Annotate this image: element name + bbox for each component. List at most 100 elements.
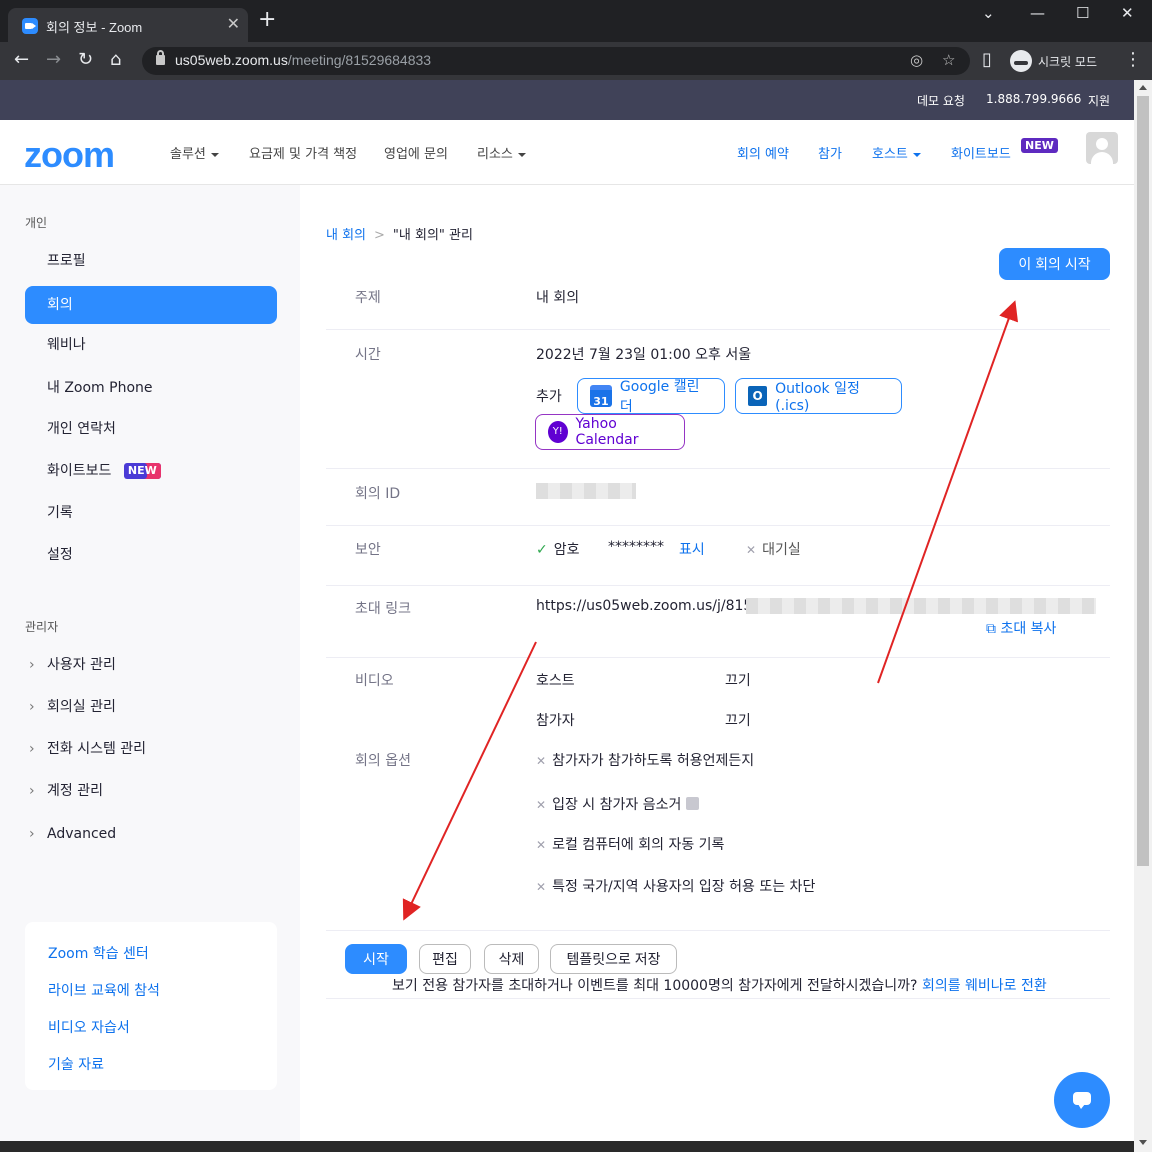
meeting-detail: 내 회의 > "내 회의" 관리 이 회의 시작 주제 내 회의 시간 2022년 … xyxy=(300,185,1134,1141)
sidebar-item-advanced[interactable]: Advanced xyxy=(25,815,277,853)
video-tutorials-link[interactable]: 비디오 자습서 xyxy=(48,1017,130,1037)
live-training-link[interactable]: 라이브 교육에 참석 xyxy=(48,980,160,1000)
reload-icon[interactable]: ↻ xyxy=(78,50,93,70)
nav-solutions[interactable]: 솔루션 xyxy=(170,143,219,162)
yahoo-calendar-button[interactable]: Y! Yahoo Calendar xyxy=(535,414,685,450)
nav-contact-sales[interactable]: 영업에 문의 xyxy=(384,143,448,162)
zoom-logo[interactable]: zoom xyxy=(24,134,115,176)
divider xyxy=(326,930,1110,931)
copy-invitation-label: 초대 복사 xyxy=(1000,621,1057,637)
sidebar-item-recordings[interactable]: 기록 xyxy=(25,494,277,532)
meeting-options-label: 회의 옵션 xyxy=(355,753,411,769)
sidebar-whiteboard-label: 화이트보드 xyxy=(47,463,112,479)
nav-host[interactable]: 호스트 xyxy=(872,143,921,162)
chat-button[interactable] xyxy=(1054,1072,1110,1128)
browser-menu-icon[interactable]: ⋮ xyxy=(1124,50,1142,70)
lock-icon[interactable] xyxy=(156,50,165,65)
outlook-calendar-button[interactable]: O Outlook 일정(.ics) xyxy=(735,378,902,414)
nav-resources[interactable]: 리소스 xyxy=(477,143,526,162)
browser-toolbar: ← → ↻ ⌂ us05web.zoom.us/meeting/81529684… xyxy=(0,42,1152,80)
forward-icon[interactable]: → xyxy=(46,50,61,70)
show-passcode-link[interactable]: 표시 xyxy=(679,539,705,559)
topic-value: 내 회의 xyxy=(536,290,580,306)
waiting-room-item: ✕ 대기실 xyxy=(746,539,801,559)
sidebar-item-account-management[interactable]: 계정 관리 xyxy=(25,772,277,810)
bookmark-star-icon[interactable]: ☆ xyxy=(942,51,955,69)
google-calendar-button[interactable]: 31 Google 캘린더 xyxy=(577,378,725,415)
option-mute-on-entry: ✕ 입장 시 참가자 음소거 xyxy=(536,794,699,814)
zoom-favicon-icon xyxy=(22,18,38,34)
video-host-label: 호스트 xyxy=(536,673,575,689)
phone-number[interactable]: 1.888.799.9666 xyxy=(986,92,1081,106)
sidebar-item-settings[interactable]: 설정 xyxy=(25,536,277,574)
new-tab-icon[interactable]: + xyxy=(258,9,276,31)
eye-off-icon[interactable]: ◎ xyxy=(910,51,923,69)
incognito-indicator[interactable]: 시크릿 모드 xyxy=(1010,48,1097,74)
url-text[interactable]: us05web.zoom.us/meeting/81529684833 xyxy=(175,52,431,68)
sidebar-item-webinars[interactable]: 웨비나 xyxy=(25,326,277,364)
tab-search-icon[interactable]: ⌄ xyxy=(982,4,995,22)
divider xyxy=(326,998,1110,999)
start-this-meeting-button[interactable]: 이 회의 시작 xyxy=(999,248,1110,280)
breadcrumb-my-meetings[interactable]: 내 회의 xyxy=(326,228,366,243)
yahoo-icon: Y! xyxy=(548,421,568,443)
edit-button[interactable]: 편집 xyxy=(419,944,471,974)
window-close-icon[interactable]: ✕ xyxy=(1121,4,1134,22)
sidebar-item-user-management[interactable]: 사용자 관리 xyxy=(25,646,277,684)
sidebar-item-contacts[interactable]: 개인 연락처 xyxy=(25,410,277,448)
option-region-block: ✕ 특정 국가/지역 사용자의 입장 허용 또는 차단 xyxy=(536,876,815,896)
learning-center-link[interactable]: Zoom 학습 센터 xyxy=(48,943,149,963)
sidebar-item-room-management[interactable]: 회의실 관리 xyxy=(25,688,277,726)
knowledge-base-link[interactable]: 기술 자료 xyxy=(48,1054,104,1074)
yahoo-label: Yahoo Calendar xyxy=(575,416,639,448)
scroll-down-icon[interactable] xyxy=(1139,1140,1147,1145)
nav-whiteboard[interactable]: 화이트보드 xyxy=(951,143,1011,162)
home-icon[interactable]: ⌂ xyxy=(110,50,121,70)
security-label: 보안 xyxy=(355,542,381,558)
invite-link-label: 초대 링크 xyxy=(355,601,411,617)
support-link[interactable]: 지원 xyxy=(1088,92,1110,109)
cross-icon: ✕ xyxy=(536,880,547,894)
lock-setting-icon xyxy=(685,797,699,810)
avatar[interactable] xyxy=(1086,132,1118,164)
check-icon: ✓ xyxy=(536,542,548,558)
start-button[interactable]: 시작 xyxy=(345,944,407,974)
scroll-thumb[interactable] xyxy=(1137,96,1149,866)
window-bottom-edge xyxy=(0,1141,1134,1152)
demo-request-link[interactable]: 데모 요청 xyxy=(917,92,965,109)
nav-pricing[interactable]: 요금제 및 가격 책정 xyxy=(249,143,357,162)
video-participant-label: 참가자 xyxy=(536,713,575,729)
maximize-icon[interactable]: ☐ xyxy=(1076,4,1089,22)
convert-to-webinar-link[interactable]: 회의를 웨비나로 전환 xyxy=(922,978,1047,994)
sidebar-item-meetings[interactable]: 회의 xyxy=(25,286,277,324)
address-bar[interactable]: us05web.zoom.us/meeting/81529684833 ◎ ☆ xyxy=(142,47,970,75)
save-as-template-button[interactable]: 템플릿으로 저장 xyxy=(550,944,677,974)
cross-icon: ✕ xyxy=(536,838,547,852)
sidebar-item-phone-system[interactable]: 전화 시스템 관리 xyxy=(25,730,277,768)
nav-join[interactable]: 참가 xyxy=(818,143,842,162)
copy-icon: ⧉ xyxy=(986,621,996,637)
sidebar-item-whiteboard[interactable]: 화이트보드 NEW xyxy=(25,452,277,490)
topic-label: 주제 xyxy=(355,290,381,306)
sidebar-new-badge: NEW xyxy=(123,463,161,479)
tab-close-icon[interactable]: ✕ xyxy=(227,14,240,33)
whiteboard-new-badge: NEW xyxy=(1021,138,1058,153)
time-label: 시간 xyxy=(355,347,381,363)
incognito-label: 시크릿 모드 xyxy=(1038,54,1098,69)
nav-schedule-meeting[interactable]: 회의 예약 xyxy=(737,143,789,162)
option-join-anytime-label: 참가자가 참가하도록 허용언제든지 xyxy=(552,753,755,769)
copy-invitation-link[interactable]: ⧉ 초대 복사 xyxy=(986,618,1056,638)
sidebar-item-profile[interactable]: 프로필 xyxy=(25,242,277,280)
sidebar-item-zoom-phone[interactable]: 내 Zoom Phone xyxy=(25,369,277,407)
back-icon[interactable]: ← xyxy=(14,50,29,70)
page-scrollbar[interactable] xyxy=(1134,80,1152,1152)
delete-button[interactable]: 삭제 xyxy=(484,944,539,974)
browser-tab[interactable]: 회의 정보 - Zoom ✕ xyxy=(8,8,248,42)
sidepanel-icon[interactable]: ▯ xyxy=(982,50,992,70)
minimize-icon[interactable]: — xyxy=(1030,4,1045,22)
invite-link-value: https://us05web.zoom.us/j/81529 xyxy=(536,598,771,614)
video-host-value: 끄기 xyxy=(725,673,751,689)
personal-section-label: 개인 xyxy=(25,216,48,230)
admin-section-label: 관리자 xyxy=(25,620,59,634)
scroll-up-icon[interactable] xyxy=(1139,85,1147,90)
